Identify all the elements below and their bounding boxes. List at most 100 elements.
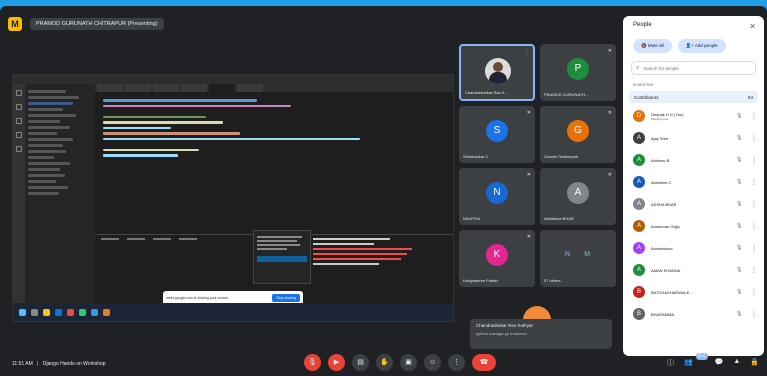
windows-start-icon: [19, 308, 26, 316]
participant-name: Ashwinkumr: [651, 245, 673, 251]
list-item[interactable]: D Deepak H G (You) Meeting host 🎙 ⋮: [633, 105, 758, 127]
more-vert-icon[interactable]: ⋮: [750, 223, 758, 230]
editor-body: [13, 84, 453, 303]
add-people-label: Add people: [694, 43, 718, 48]
participant-tile[interactable]: K ✕ Kaviyashree Puttan: [459, 230, 535, 287]
debug-icon: [16, 132, 22, 138]
participant-tile[interactable]: N ✕ NAVITHA: [459, 168, 535, 225]
add-people-button[interactable]: 👤+ Add people: [677, 39, 726, 53]
raise-hand-button[interactable]: ✋: [376, 354, 393, 371]
more-options-button[interactable]: ⋮: [448, 354, 465, 371]
contributors-header[interactable]: Contributors 64: [629, 91, 758, 103]
others-tile[interactable]: N M 57 others: [540, 230, 616, 287]
mic-off-button[interactable]: 🎙: [304, 354, 321, 371]
mute-all-button[interactable]: 🔇 Mute all: [633, 39, 672, 53]
more-vert-icon[interactable]: ⋮: [750, 179, 758, 186]
participant-tile[interactable]: G ✕ Gowda Thathreyah: [540, 106, 616, 163]
camera-off-button[interactable]: ▶: [328, 354, 345, 371]
search-input[interactable]: [643, 65, 744, 71]
info-icon[interactable]: ⓘ: [667, 358, 674, 368]
share-banner-text: meet.google.com is sharing your screen.: [166, 296, 230, 300]
more-vert-icon[interactable]: ⋮: [750, 267, 758, 274]
avatar: G: [567, 120, 589, 143]
present-button[interactable]: ▣: [400, 354, 417, 371]
host-controls-icon[interactable]: 🔒: [750, 358, 759, 368]
more-vert-icon[interactable]: ⋮: [750, 289, 758, 296]
avatar: A: [633, 264, 645, 276]
mic-off-icon: ✕: [607, 172, 612, 178]
avatar: A: [633, 176, 645, 188]
list-item[interactable]: A Abhishek C 🎙 ⋮: [633, 171, 758, 193]
reactions-button[interactable]: ☺: [424, 354, 441, 371]
participant-photo: [485, 58, 511, 84]
participant-name: Abhinav B: [651, 157, 670, 163]
microphone-icon[interactable]: 🎙: [736, 201, 744, 207]
more-vert-icon[interactable]: ⋮: [750, 311, 758, 318]
list-item[interactable]: B BHARAMMA 🎙 ⋮: [633, 303, 758, 325]
notification-popup: [253, 230, 311, 284]
leave-call-button[interactable]: ☎: [472, 354, 496, 371]
close-icon[interactable]: ✕: [749, 22, 756, 31]
participant-tile[interactable]: A ✕ Abhilasha BHAR: [540, 168, 616, 225]
microphone-icon[interactable]: 🎙: [736, 289, 744, 295]
list-item[interactable]: A Anukumar Gejju 🎙 ⋮: [633, 215, 758, 237]
list-item[interactable]: A AKSHA BHAR 🎙 ⋮: [633, 193, 758, 215]
avatar: A: [633, 242, 645, 254]
avatar: P: [567, 58, 589, 81]
participant-tile[interactable]: ⋮ Chandrashekar Rao K...: [459, 44, 535, 101]
list-item[interactable]: B BATCHADHARWALE... 🎙 ⋮: [633, 281, 758, 303]
stop-sharing-button[interactable]: Stop sharing: [272, 294, 300, 302]
chat-icon[interactable]: 💬: [715, 358, 724, 368]
mic-off-icon: ✕: [526, 172, 531, 178]
contributors-count: 64: [747, 94, 753, 100]
avatar: A: [567, 182, 589, 205]
mic-off-icon: ✕: [526, 110, 531, 116]
list-item[interactable]: A Ashwinkumr 🎙 ⋮: [633, 237, 758, 259]
more-vert-icon[interactable]: ⋮: [750, 135, 758, 142]
avatar: K: [486, 244, 508, 267]
participant-name: Chandrashekar Rao K...: [465, 90, 508, 95]
more-icon[interactable]: ⋮: [524, 50, 529, 56]
people-icon[interactable]: 👥64: [684, 353, 708, 368]
avatar: D: [633, 110, 645, 122]
popup-button: [257, 256, 307, 262]
terminal-output: [313, 235, 423, 268]
more-vert-icon[interactable]: ⋮: [750, 245, 758, 252]
code-lines: [95, 92, 453, 164]
editor-tabs: [95, 84, 453, 92]
presenter-label: PRAMOD GURUNATH CHITRAPUR (Presenting): [30, 18, 164, 30]
presenter-self-tile[interactable]: Chandrashekar Rao Kuthyar python manage.…: [470, 319, 612, 349]
participant-tile[interactable]: S ✕ Shrishankar C: [459, 106, 535, 163]
mic-off-icon: ✕: [607, 110, 612, 116]
mute-all-label: Mute all: [647, 43, 664, 48]
list-item[interactable]: A AMAN KHANNA 🎙 ⋮: [633, 259, 758, 281]
captions-button[interactable]: ▤: [352, 354, 369, 371]
taskbar-search-icon: [31, 308, 38, 316]
activity-bar: [13, 84, 25, 303]
microphone-icon[interactable]: 🎙: [736, 267, 744, 273]
meet-window: M PRAMOD GURUNATH CHITRAPUR (Presenting): [0, 6, 767, 376]
list-item[interactable]: A Abhinav B 🎙 ⋮: [633, 149, 758, 171]
more-vert-icon[interactable]: ⋮: [750, 113, 758, 120]
participant-name: BHARAMMA: [651, 311, 675, 317]
people-count-badge: 64: [695, 353, 708, 360]
list-item[interactable]: A Ajay Sree 🎙 ⋮: [633, 127, 758, 149]
participant-tile[interactable]: P ✕ PRAMOD GURUNATH ...: [540, 44, 616, 101]
side-panel-buttons: ⓘ 👥64 💬 ▲ 🔒: [667, 353, 759, 368]
participant-name: Anukumar Gejju: [651, 223, 680, 229]
more-vert-icon[interactable]: ⋮: [750, 157, 758, 164]
microphone-icon[interactable]: 🎙: [736, 113, 744, 119]
microphone-icon[interactable]: 🎙: [736, 179, 744, 185]
meeting-info: 11:51 AM | Django Hands-on Workshop: [12, 361, 106, 367]
avatar: A: [633, 198, 645, 210]
microphone-icon[interactable]: 🎙: [736, 245, 744, 251]
activities-icon[interactable]: ▲: [733, 358, 740, 368]
edge-icon: [55, 308, 62, 316]
microphone-icon[interactable]: 🎙: [736, 157, 744, 163]
people-search[interactable]: ⌕: [631, 61, 756, 75]
more-vert-icon[interactable]: ⋮: [750, 201, 758, 208]
participant-role: Meeting host: [651, 116, 669, 121]
microphone-icon[interactable]: 🎙: [736, 223, 744, 229]
microphone-icon[interactable]: 🎙: [736, 311, 744, 317]
microphone-icon[interactable]: 🎙: [736, 135, 744, 141]
